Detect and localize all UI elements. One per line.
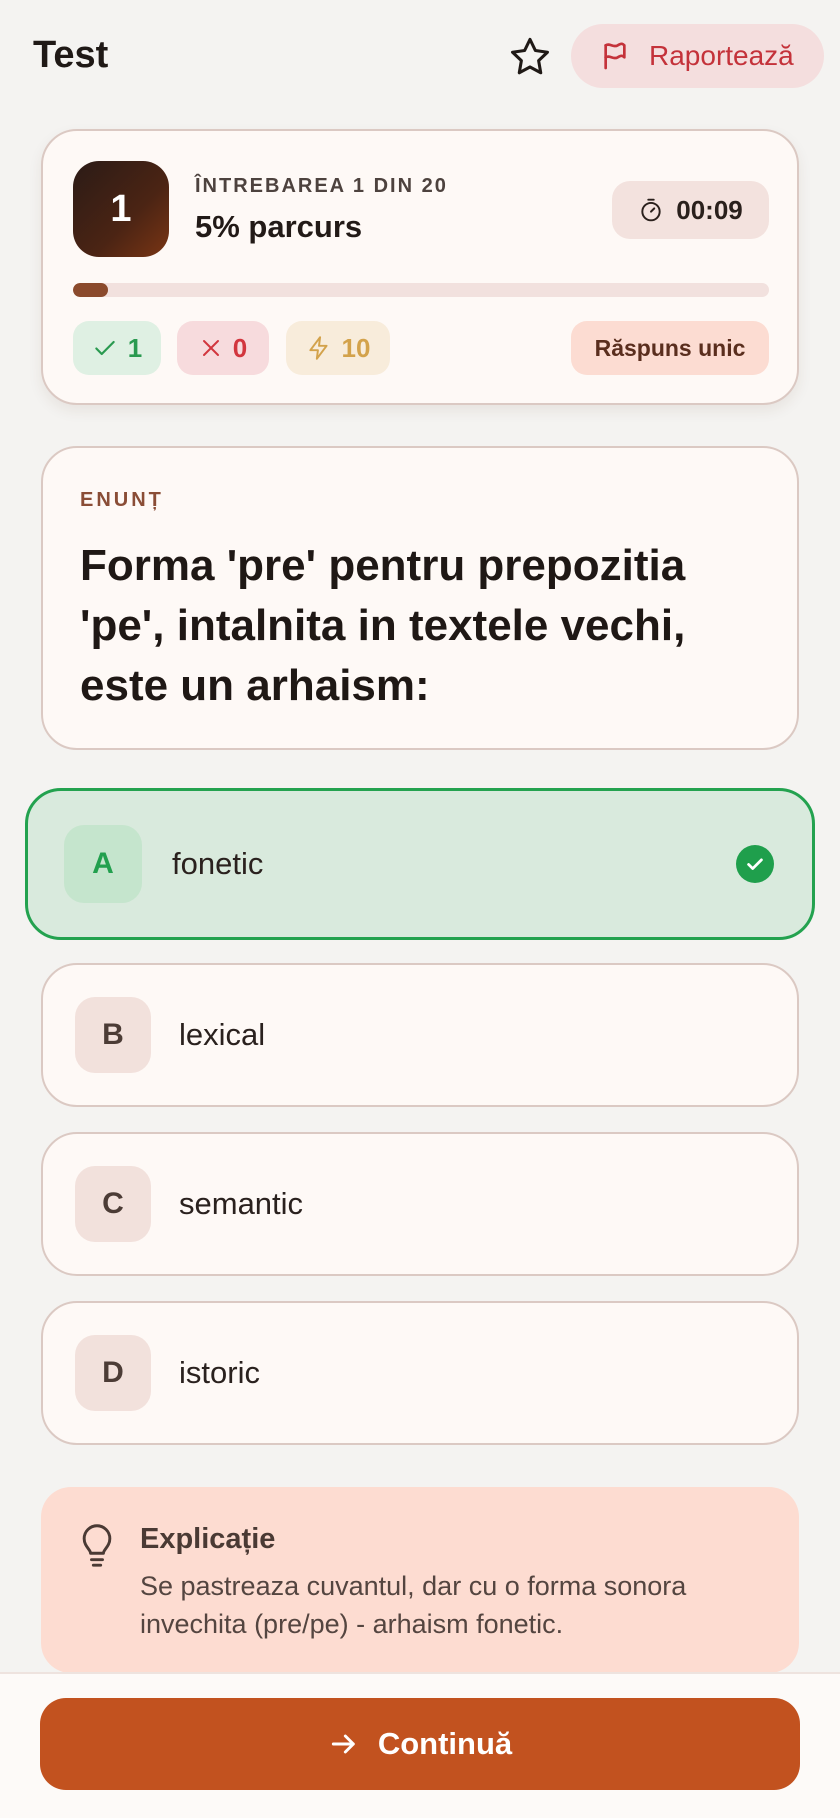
timer-value: 00:09	[676, 194, 743, 225]
answer-type-badge: Răspuns unic	[571, 321, 769, 375]
check-icon	[95, 340, 115, 356]
correct-count: 1	[127, 332, 143, 363]
explanation-title: Explicație	[140, 1523, 276, 1555]
question-number-badge: 1	[73, 161, 169, 257]
star-icon	[511, 37, 549, 75]
answer-text: fonetic	[172, 846, 264, 881]
bottom-bar: Continuă	[0, 1672, 840, 1818]
explanation-panel: Explicație Se pastreaza cuvantul, dar cu…	[41, 1487, 799, 1673]
answer-option-d[interactable]: D istoric	[41, 1301, 799, 1445]
explanation-text: Se pastreaza cuvantul, dar cu o forma so…	[140, 1571, 687, 1639]
answer-text: istoric	[179, 1355, 260, 1390]
answer-letter: C	[75, 1166, 151, 1242]
favorite-button[interactable]	[505, 32, 555, 82]
answer-text: semantic	[179, 1186, 304, 1221]
question-counter: ÎNTREBAREA 1 DIN 20	[195, 175, 448, 197]
lightning-icon	[308, 336, 328, 360]
question-text: Forma 'pre' pentru prepozitia 'pe', inta…	[80, 541, 686, 710]
stopwatch-icon	[641, 198, 661, 222]
x-icon	[202, 340, 219, 356]
report-label: Raportează	[649, 40, 794, 71]
answer-option-b[interactable]: B lexical	[41, 963, 799, 1107]
correct-count-badge: 1	[73, 321, 161, 375]
progress-percent-text: 5% parcurs	[195, 209, 363, 244]
flag-icon	[604, 42, 626, 70]
statement-label: ENUNȚ	[80, 489, 164, 511]
top-bar: Test Raportează	[0, 0, 840, 112]
continue-button[interactable]: Continuă	[40, 1698, 800, 1790]
answer-option-c[interactable]: C semantic	[41, 1132, 799, 1276]
continue-label: Continuă	[377, 1726, 513, 1761]
xp-badge: 10	[286, 321, 390, 375]
selected-check-icon	[736, 845, 774, 883]
lightbulb-icon	[82, 1524, 112, 1567]
arrow-right-icon	[331, 1734, 355, 1754]
answer-letter: D	[75, 1335, 151, 1411]
answer-option-a[interactable]: A fonetic	[25, 788, 815, 940]
progress-card: 1 ÎNTREBAREA 1 DIN 20 5% parcurs 00:09 1…	[41, 129, 799, 405]
wrong-count-badge: 0	[177, 321, 269, 375]
timer: 00:09	[612, 181, 769, 239]
progress-bar	[73, 283, 769, 297]
answer-letter: B	[75, 997, 151, 1073]
progress-bar-fill	[73, 283, 108, 297]
report-button[interactable]: Raportează	[571, 24, 824, 88]
xp-value: 10	[341, 332, 371, 363]
wrong-count: 0	[232, 332, 248, 363]
statement-card: ENUNȚ Forma 'pre' pentru prepozitia 'pe'…	[41, 446, 799, 750]
page-title: Test	[33, 34, 109, 76]
answer-letter: A	[64, 825, 142, 903]
answer-text: lexical	[179, 1017, 266, 1052]
quiz-page: Test Raportează 1 ÎNTREBAREA 1 DIN 20 5%…	[0, 0, 840, 1818]
